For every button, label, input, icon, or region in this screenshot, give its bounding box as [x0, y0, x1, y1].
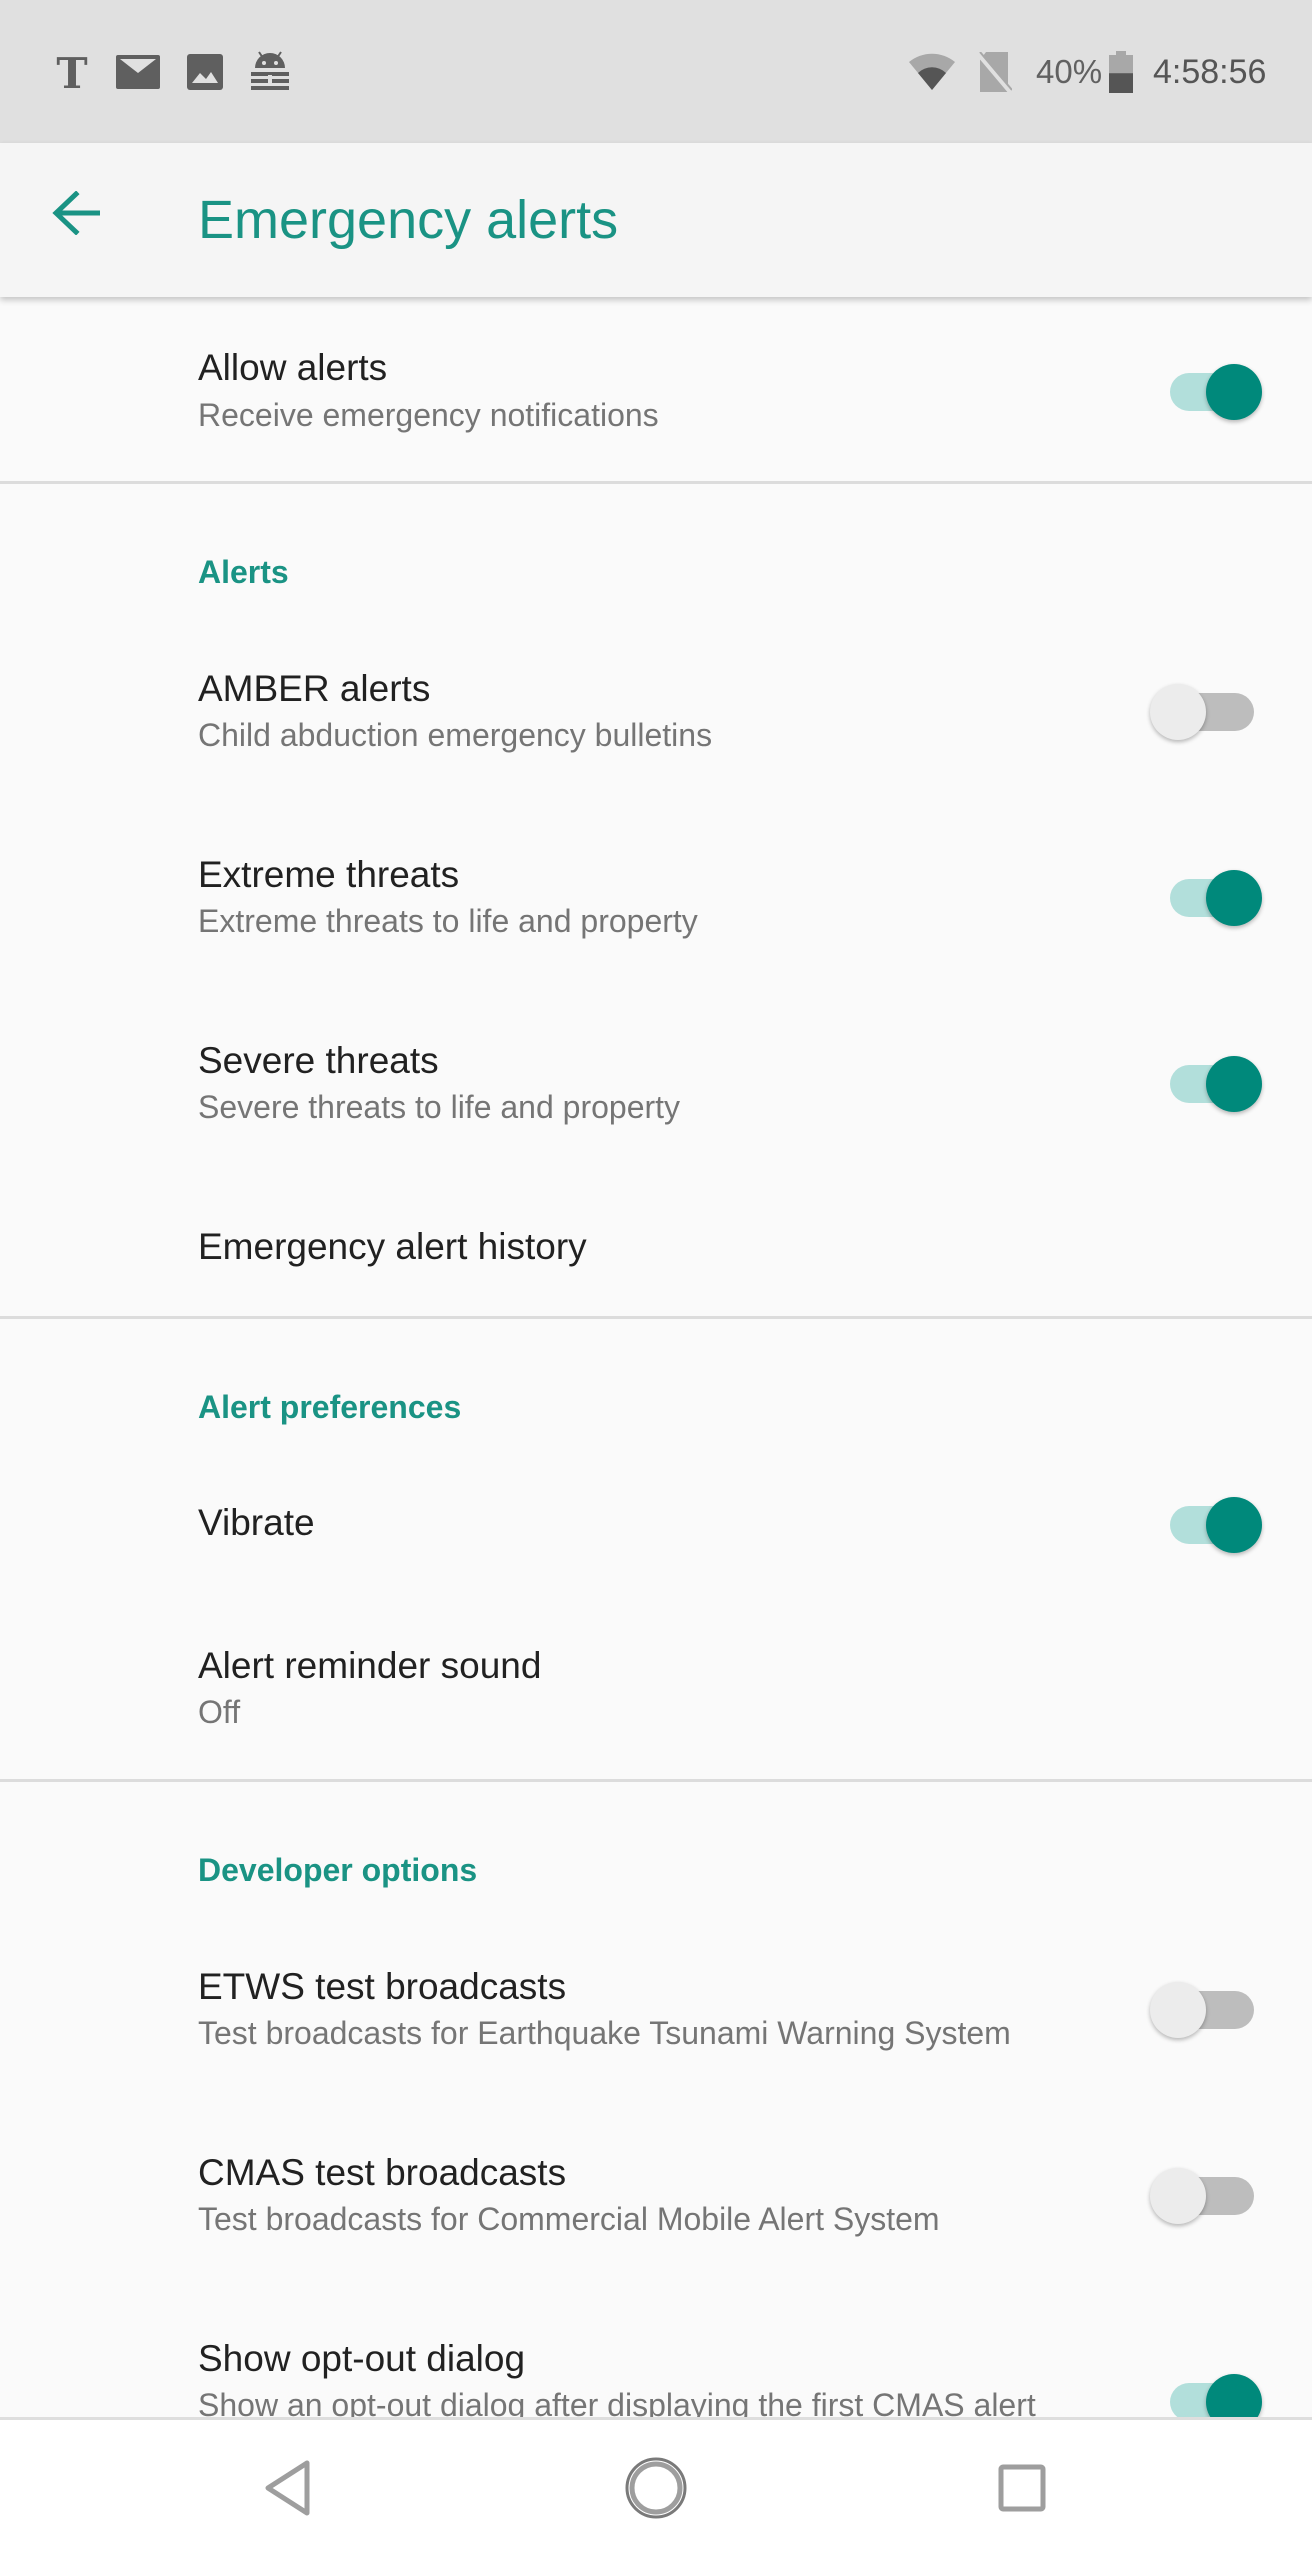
nav-home-button[interactable]: [606, 2450, 706, 2530]
category-alert-preferences: Alert preferences: [198, 1389, 462, 1425]
preferences-list: Allow alerts Receive emergency notificat…: [0, 297, 1312, 2417]
category-developer-options: Developer options: [198, 1852, 478, 1888]
pref-alert-reminder-sound[interactable]: Alert reminder sound Off: [0, 1595, 1312, 1780]
pref-title: Vibrate: [198, 1502, 315, 1543]
toggle-thumb[interactable]: [1206, 364, 1262, 420]
toggle-thumb[interactable]: [1150, 684, 1206, 740]
pref-title: Allow alerts: [198, 347, 388, 388]
battery-percent: 40%: [1036, 53, 1103, 90]
divider: [0, 1779, 1312, 1782]
pref-summary: Off: [198, 1694, 241, 1730]
toggle-thumb[interactable]: [1150, 2168, 1206, 2224]
pref-title: ETWS test broadcasts: [198, 1966, 567, 2007]
show-opt-out-toggle[interactable]: [1150, 2363, 1262, 2417]
etws-test-toggle[interactable]: [1150, 1971, 1260, 2041]
pref-summary: Extreme threats to life and property: [198, 903, 698, 939]
extreme-threats-toggle[interactable]: [1150, 859, 1262, 929]
arrow-left-icon: [52, 189, 102, 240]
amber-alerts-toggle[interactable]: [1150, 673, 1260, 743]
nytimes-icon: T: [52, 50, 92, 94]
nav-recents-button[interactable]: [972, 2450, 1072, 2530]
email-icon: [115, 50, 161, 94]
back-button[interactable]: [40, 178, 114, 252]
pref-title: Severe threats: [198, 1040, 439, 1081]
wifi-icon: [905, 50, 959, 94]
divider: [0, 1316, 1312, 1319]
status-bar: T 40% 4:58:56: [0, 0, 1312, 143]
pref-summary: Child abduction emergency bulletins: [198, 717, 713, 753]
toggle-thumb[interactable]: [1206, 1056, 1262, 1112]
pref-alert-history[interactable]: Emergency alert history: [0, 1175, 1312, 1315]
svg-text:T: T: [56, 50, 87, 94]
toggle-thumb[interactable]: [1206, 1497, 1262, 1553]
pref-show-opt-out-dialog[interactable]: Show opt-out dialog Show an opt-out dial…: [0, 2287, 1312, 2417]
pref-allow-alerts[interactable]: Allow alerts Receive emergency notificat…: [0, 297, 1312, 482]
pref-etws-test-broadcasts[interactable]: ETWS test broadcasts Test broadcasts for…: [0, 1915, 1312, 2100]
pref-summary: Severe threats to life and property: [198, 1089, 681, 1125]
nav-back-button[interactable]: [238, 2450, 338, 2530]
nav-recents-icon: [998, 2464, 1046, 2517]
pref-title: Alert reminder sound: [198, 1645, 542, 1686]
pref-summary: Receive emergency notifications: [198, 397, 659, 433]
divider: [0, 481, 1312, 484]
pref-summary: Show an opt-out dialog after displaying …: [198, 2387, 1036, 2417]
pref-cmas-test-broadcasts[interactable]: CMAS test broadcasts Test broadcasts for…: [0, 2101, 1312, 2286]
clock: 4:58:56: [1153, 53, 1267, 91]
page-title: Emergency alerts: [198, 190, 619, 250]
nav-home-icon: [624, 2456, 688, 2525]
battery-icon: [1108, 50, 1134, 94]
navigation-bar: [0, 2417, 1312, 2560]
pref-title: AMBER alerts: [198, 668, 431, 709]
pref-amber-alerts[interactable]: AMBER alerts Child abduction emergency b…: [0, 617, 1312, 802]
android-keepass-icon: [248, 50, 292, 94]
pref-vibrate[interactable]: Vibrate: [0, 1452, 1312, 1592]
toggle-thumb[interactable]: [1150, 1982, 1206, 2038]
allow-alerts-toggle[interactable]: [1150, 353, 1262, 423]
pref-extreme-threats[interactable]: Extreme threats Extreme threats to life …: [0, 803, 1312, 988]
pref-title: Emergency alert history: [198, 1226, 587, 1267]
cmas-test-toggle[interactable]: [1150, 2157, 1260, 2227]
toggle-thumb[interactable]: [1206, 870, 1262, 926]
vibrate-toggle[interactable]: [1150, 1486, 1262, 1556]
nav-back-icon: [263, 2460, 313, 2521]
image-icon: [185, 50, 225, 94]
pref-title: CMAS test broadcasts: [198, 2152, 567, 2193]
app-bar: Emergency alerts: [0, 143, 1312, 297]
pref-title: Extreme threats: [198, 854, 460, 895]
pref-severe-threats[interactable]: Severe threats Severe threats to life an…: [0, 989, 1312, 1174]
pref-summary: Test broadcasts for Earthquake Tsunami W…: [198, 2015, 1011, 2051]
no-sim-icon: [975, 50, 1015, 94]
toggle-thumb[interactable]: [1206, 2374, 1262, 2417]
pref-summary: Test broadcasts for Commercial Mobile Al…: [198, 2201, 940, 2237]
severe-threats-toggle[interactable]: [1150, 1045, 1262, 1115]
pref-title: Show opt-out dialog: [198, 2338, 526, 2379]
category-alerts: Alerts: [198, 554, 289, 590]
